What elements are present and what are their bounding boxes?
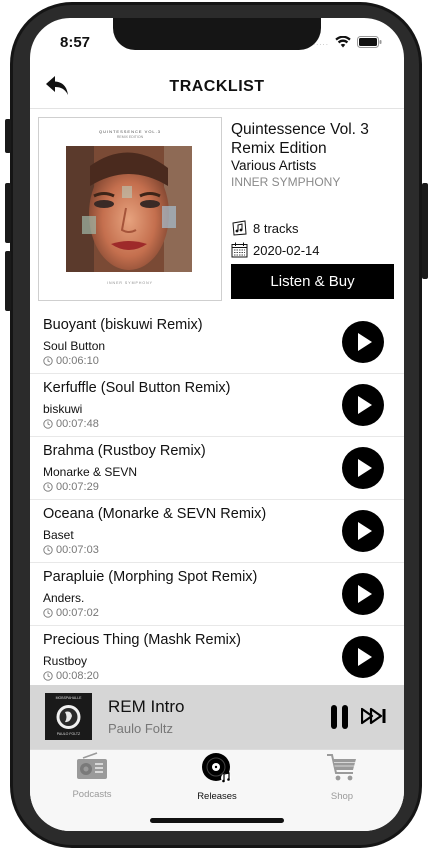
track-duration-row: 00:07:03 [43,544,99,556]
track-title: Buoyant (biskuwi Remix) [43,317,203,333]
track-artist: Monarke & SEVN [43,465,138,479]
volume-down-button [5,251,11,311]
notch [113,18,321,50]
listen-buy-button[interactable]: Listen & Buy [231,264,394,299]
app-screen: 8:57 ..... TRACKLIST QUINTESSENCE VOL.3 … [30,18,404,831]
cover-subtitle: REMIX EDITION [116,135,144,139]
pause-icon[interactable] [330,704,350,730]
tab-label: Shop [330,791,354,802]
tab-releases[interactable]: Releases [167,752,267,802]
cart-icon [327,754,356,781]
track-duration: 00:07:02 [56,607,99,619]
mute-switch [5,119,11,153]
track-count: 8 tracks [253,220,299,236]
home-indicator [150,818,284,823]
nav-divider [30,108,404,109]
tab-podcasts[interactable]: Podcasts [42,752,142,800]
track-row[interactable]: Parapluie (Morphing Spot Remix) Anders. … [30,563,404,626]
tab-label: Releases [197,791,237,802]
battery-icon [357,36,382,48]
track-row[interactable]: Precious Thing (Mashk Remix) Rustboy 00:… [30,626,404,689]
track-title: Precious Thing (Mashk Remix) [43,632,241,648]
nav-bar: TRACKLIST [30,68,404,108]
tab-shop[interactable]: Shop [292,752,392,802]
now-playing-bar[interactable]: MOBSPAHALLE PAULO FOLTZ REM Intro Paulo … [30,685,404,749]
track-count-row: 8 tracks [231,220,299,236]
play-icon[interactable] [342,573,384,615]
track-row[interactable]: Brahma (Rustboy Remix) Monarke & SEVN 00… [30,437,404,500]
release-label: INNER SYMPHONY [231,175,341,189]
track-artist: Anders. [43,591,85,605]
track-title: Kerfuffle (Soul Button Remix) [43,380,231,396]
cover-label: INNER SYMPHONY [107,281,153,285]
track-duration-row: 00:06:10 [43,355,99,367]
volume-up-button [5,183,11,243]
track-artist: Baset [43,528,74,542]
release-date-row: 2020-02-14 [231,242,320,258]
music-note-icon [232,220,247,236]
signal-dots: ..... [312,37,329,47]
track-title: Brahma (Rustboy Remix) [43,443,206,459]
clock-icon [43,482,53,492]
play-icon[interactable] [342,636,384,678]
now-playing-artwork: MOBSPAHALLE PAULO FOLTZ [45,693,92,740]
track-row[interactable]: Buoyant (biskuwi Remix) Soul Button 00:0… [30,311,404,374]
np-art-text-bottom: PAULO FOLTZ [56,732,81,736]
track-title: Parapluie (Morphing Spot Remix) [43,569,258,585]
track-title: Oceana (Monarke & SEVN Remix) [43,506,267,522]
page-title: TRACKLIST [169,78,265,95]
track-duration: 00:06:10 [56,355,99,367]
now-playing-artist: Paulo Foltz [108,721,174,736]
track-row[interactable]: Oceana (Monarke & SEVN Remix) Baset 00:0… [30,500,404,563]
play-icon[interactable] [342,510,384,552]
radio-icon [77,752,107,779]
track-duration: 00:08:20 [56,670,99,682]
cover-artwork [66,146,192,272]
now-playing-title: REM Intro [108,697,185,716]
track-list: Buoyant (biskuwi Remix) Soul Button 00:0… [30,311,404,689]
clock-icon [43,419,53,429]
play-icon[interactable] [342,384,384,426]
status-indicators: ..... [313,36,382,48]
track-duration: 00:07:03 [56,544,99,556]
clock-icon [43,608,53,618]
track-artist: Soul Button [43,339,106,353]
release-date: 2020-02-14 [253,242,320,258]
track-duration-row: 00:07:02 [43,607,99,619]
track-row[interactable]: Kerfuffle (Soul Button Remix) biskuwi 00… [30,374,404,437]
clock-icon [43,545,53,555]
skip-next-icon[interactable] [361,707,387,725]
tab-label: Podcasts [72,789,112,800]
track-duration: 00:07:29 [56,481,99,493]
track-artist: biskuwi [43,402,83,416]
status-time: 8:57 [60,34,91,51]
vinyl-icon [202,753,231,783]
release-title: Quintessence Vol. 3 Remix Edition [231,121,369,157]
track-duration-row: 00:07:48 [43,418,99,430]
track-artist: Rustboy [43,654,88,668]
release-cover: QUINTESSENCE VOL.3 REMIX EDITION INNER S… [38,117,222,301]
track-duration: 00:07:48 [56,418,99,430]
wifi-icon [335,36,351,48]
play-icon[interactable] [342,447,384,489]
release-artist: Various Artists [231,158,317,173]
calendar-icon [231,242,248,258]
clock-icon [43,356,53,366]
clock-icon [43,671,53,681]
power-button [422,183,428,279]
cover-title: QUINTESSENCE VOL.3 [98,129,161,134]
track-duration-row: 00:08:20 [43,670,99,682]
play-icon[interactable] [342,321,384,363]
track-duration-row: 00:07:29 [43,481,99,493]
